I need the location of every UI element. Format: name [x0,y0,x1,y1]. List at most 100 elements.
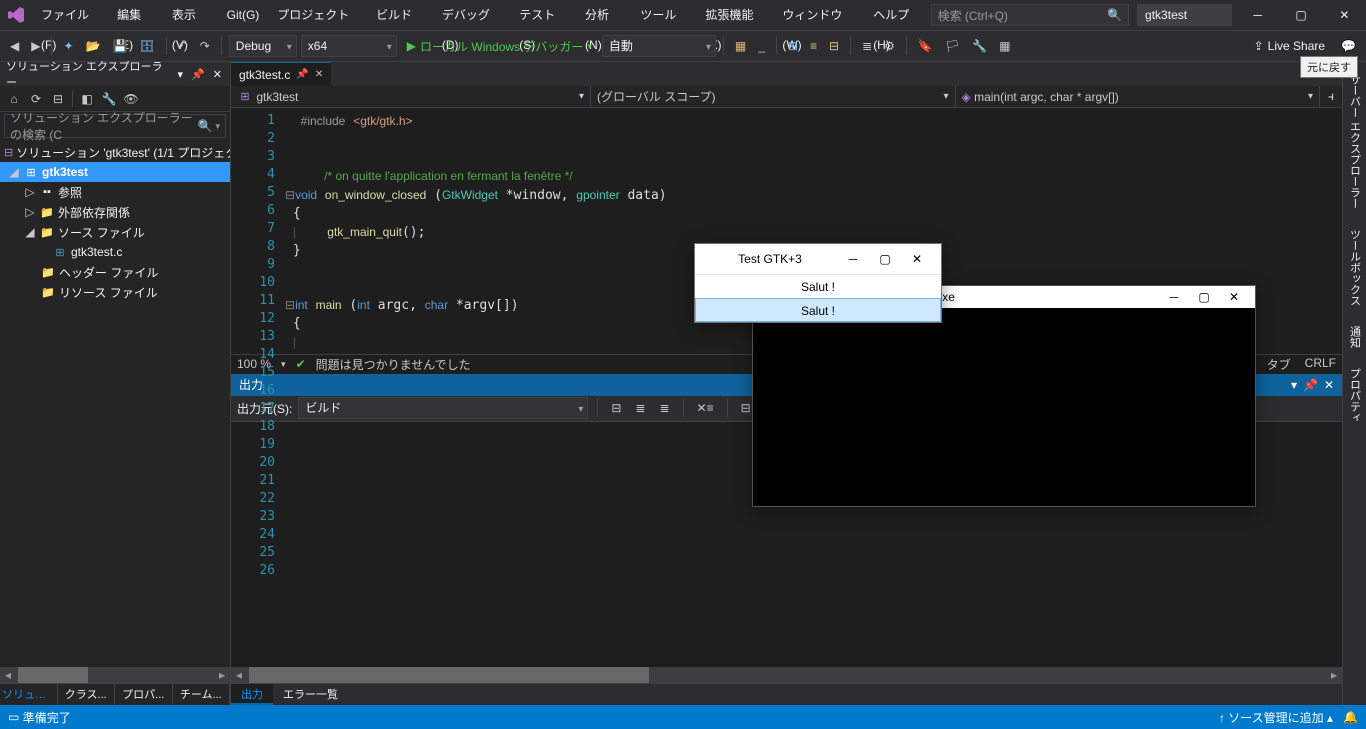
tb-icon-9[interactable]: 🏳 [941,35,964,57]
menu-item[interactable]: テスト(S) [510,0,576,30]
gtk-close[interactable]: ✕ [901,252,933,266]
nav-project[interactable]: ⊞ gtk3test [231,86,591,107]
right-tab[interactable]: プロパティ [1344,360,1366,431]
menu-item[interactable]: ビルド(B) [367,0,433,30]
open-icon[interactable]: 📂 [82,35,105,57]
maximize-button[interactable]: ▢ [1279,0,1322,30]
out-icon-1[interactable]: ⊟ [607,397,625,419]
nav-function[interactable]: ◈ main(int argc, char * argv[]) [956,86,1321,107]
collapse-icon[interactable]: ⊟ [48,89,68,109]
output-tab[interactable]: 出力 [231,684,273,705]
gtk-button[interactable]: Salut ! [695,298,941,322]
right-tab[interactable]: 通知 [1344,318,1366,356]
project-node[interactable]: ◢⊞gtk3test [0,162,230,182]
tb-icon-10[interactable]: 🔧 [968,35,991,57]
auto-combo[interactable]: 自動 [602,35,716,57]
error-list-tab[interactable]: エラー一覧 [273,684,348,705]
tb-icon-8[interactable]: 🔖 [914,35,937,57]
tb-icon-5[interactable]: ⊟ [825,35,843,57]
new-icon[interactable]: ✦ [59,35,77,57]
menu-item[interactable]: ファイル(F) [32,0,108,30]
tb-icon-7[interactable]: ⚙ [880,35,899,57]
right-tab[interactable]: ツールボックス [1344,221,1366,314]
sidebar-tab[interactable]: プロパ... [115,684,173,705]
preview-icon[interactable]: 👁 [121,89,141,109]
console-minimize[interactable]: ─ [1159,290,1189,304]
source-control-add[interactable]: ↑ ソース管理に追加 ▴ [1219,709,1333,726]
output-pin-icon[interactable]: 📌 [1303,378,1318,392]
search-box[interactable]: 検索 (Ctrl+Q)🔍 [931,4,1129,26]
nav-fwd-icon[interactable]: ▶ [27,35,44,57]
undo-icon[interactable]: ↶ [174,35,192,57]
menu-item[interactable]: デバッグ(D) [433,0,510,30]
menu-item[interactable]: 分析(N) [576,0,631,30]
out-icon-2[interactable]: ≣ [631,397,649,419]
source-file-item[interactable]: ⊞gtk3test.c [0,242,230,262]
panel-dropdown-icon[interactable]: ▾ [176,68,186,81]
source-files-node[interactable]: ◢📁ソース ファイル [0,222,230,242]
expand-icon[interactable]: ▷ [24,205,36,219]
panel-close-icon[interactable]: ✕ [211,68,224,81]
minimize-button[interactable]: ─ [1236,0,1279,30]
platform-combo[interactable]: x64 [301,35,397,57]
menu-item[interactable]: ツール(T) [631,0,696,30]
out-icon-3[interactable]: ≣ [655,397,673,419]
references-node[interactable]: ▷▪▪参照 [0,182,230,202]
tb-icon-2[interactable]: _ [754,35,769,57]
menu-item[interactable]: 表示(V) [163,0,218,30]
menu-item[interactable]: 編集(E) [108,0,163,30]
gtk-minimize[interactable]: ─ [837,252,869,266]
output-close-icon[interactable]: ✕ [1324,378,1334,392]
feedback-icon[interactable]: 💬 [1337,35,1360,57]
live-share-button[interactable]: ⇪Live Share [1246,39,1333,53]
sidebar-tab[interactable]: ソリュー... [0,684,58,705]
gtk-test-window[interactable]: Test GTK+3 ─ ▢ ✕ Salut ! Salut ! [694,243,942,323]
solution-root[interactable]: ⊟ソリューション 'gtk3test' (1/1 プロジェクト [0,142,230,162]
save-all-icon[interactable]: 🗄 [135,35,158,57]
notifications-icon[interactable]: 🔔 [1343,710,1358,724]
nav-back-icon[interactable]: ◀ [6,35,23,57]
tb-icon-6[interactable]: ≣ [858,35,876,57]
document-tab[interactable]: gtk3test.c📌✕ [231,62,331,86]
tabs-mode[interactable]: タブ [1267,356,1291,373]
properties-icon[interactable]: 🔧 [99,89,119,109]
resource-files-node[interactable]: 📁リソース ファイル [0,282,230,302]
tb-icon-11[interactable]: ▦ [995,35,1014,57]
menu-item[interactable]: Git(G) [218,0,269,30]
console-maximize[interactable]: ▢ [1189,290,1219,304]
menu-item[interactable]: ヘルプ(H) [864,0,930,30]
solution-tree[interactable]: ⊟ソリューション 'gtk3test' (1/1 プロジェクト ◢⊞gtk3te… [0,140,230,667]
output-hscroll[interactable]: ◂▸ [231,667,1342,683]
pin-icon[interactable]: 📌 [296,69,308,80]
right-tab[interactable]: サーバー エクスプローラー [1344,66,1366,217]
tree-hscroll[interactable]: ◂▸ [0,667,230,683]
sync-icon[interactable]: ⟳ [26,89,46,109]
output-dropdown-icon[interactable]: ▾ [1291,378,1297,392]
tab-close-icon[interactable]: ✕ [315,69,323,80]
header-files-node[interactable]: 📁ヘッダー ファイル [0,262,230,282]
external-deps-node[interactable]: ▷📁外部依存関係 [0,202,230,222]
run-button[interactable]: ▶ローカル Windows デバッガー▾ [401,35,598,57]
tb-icon-4[interactable]: ≡ [806,35,821,57]
nav-scope[interactable]: (グローバル スコープ) [591,86,956,107]
line-ending[interactable]: CRLF [1305,356,1336,373]
sidebar-tab[interactable]: チーム... [173,684,231,705]
expand-icon[interactable]: ◢ [8,165,20,179]
split-icon[interactable]: ⫞ [1320,86,1342,107]
solution-search[interactable]: ソリューション エクスプローラー の検索 (C 🔍▾ [4,114,226,138]
save-icon[interactable]: 💾 [108,35,131,57]
home-icon[interactable]: ⌂ [4,89,24,109]
redo-icon[interactable]: ↷ [196,35,214,57]
show-all-icon[interactable]: ◧ [77,89,97,109]
close-button[interactable]: ✕ [1323,0,1366,30]
expand-icon[interactable]: ◢ [24,225,36,239]
tb-icon-1[interactable]: ▦ [731,35,750,57]
menu-item[interactable]: 拡張機能(X) [697,0,774,30]
out-icon-4[interactable]: ✕≡ [693,397,718,419]
console-close[interactable]: ✕ [1219,290,1249,304]
expand-icon[interactable]: ▷ [24,185,36,199]
gtk-maximize[interactable]: ▢ [869,252,901,266]
project-name-box[interactable]: gtk3test [1137,4,1232,26]
vs-logo-icon[interactable] [0,0,32,30]
config-combo[interactable]: Debug [229,35,297,57]
